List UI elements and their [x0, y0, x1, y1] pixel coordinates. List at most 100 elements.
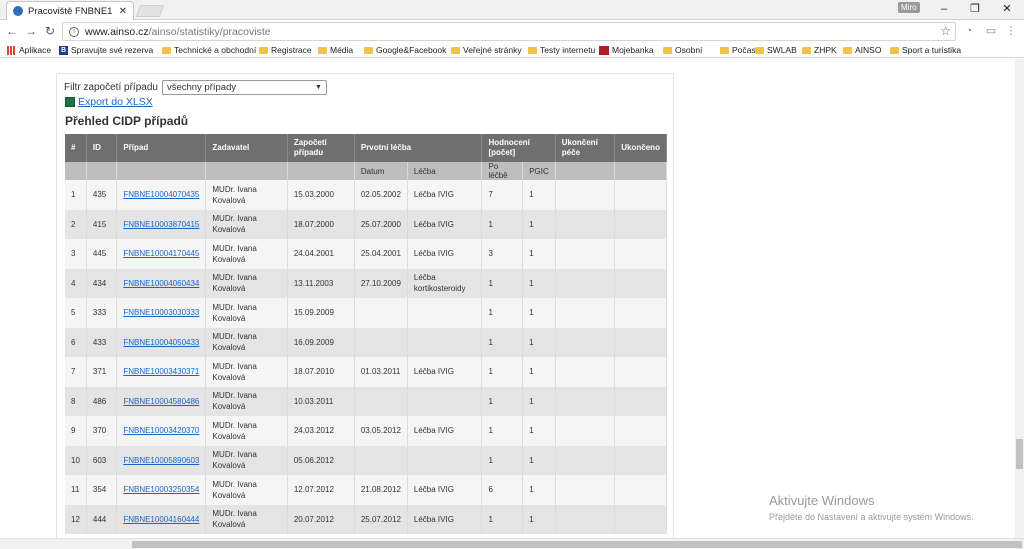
table-row: 6 433 FNBNE10004050433 MUDr. Ivana Kovalová… [65, 327, 667, 357]
bookmark-item[interactable]: Technické a obchodní [162, 44, 256, 56]
row-number-cell: 12 [65, 504, 87, 534]
end-of-care-cell [555, 386, 616, 416]
horizontal-scroll-thumb[interactable] [132, 541, 1022, 548]
bookmark-item[interactable]: Aplikace [7, 44, 51, 56]
bookmark-item[interactable]: SWLAB [755, 44, 797, 56]
case-link[interactable]: FNBNE10003420370 [123, 426, 199, 435]
row-number-cell: 11 [65, 475, 87, 505]
treatment-type-cell: Léčba IVIG [407, 416, 483, 446]
case-link[interactable]: FNBNE10004050433 [123, 338, 199, 347]
rating-after-treatment: 3 [488, 249, 493, 259]
row-number: 11 [71, 485, 80, 495]
bookmark-item[interactable]: Veřejné stránky [451, 44, 522, 56]
case-start-date: 24.04.2001 [293, 249, 334, 259]
case-link[interactable]: FNBNE10003030333 [123, 308, 199, 317]
case-link[interactable]: FNBNE10004160444 [123, 515, 199, 524]
window-close-icon[interactable]: ✕ [1000, 2, 1014, 16]
rating-after-treatment: 1 [488, 396, 493, 406]
case-link[interactable]: FNBNE10004070435 [123, 190, 199, 199]
bookmark-item[interactable]: B Spravujte své rezerva [59, 44, 153, 56]
case-link[interactable]: FNBNE10003430371 [123, 367, 199, 376]
bookmark-item[interactable]: Počasí [720, 44, 758, 56]
row-number: 8 [71, 396, 76, 406]
treatment-date: 25.04.2001 [360, 249, 401, 259]
case-link-cell: FNBNE10004060434 [116, 268, 207, 298]
treatment-date: 02.05.2002 [360, 190, 401, 200]
row-number-cell: 8 [65, 386, 87, 416]
table-row: 4 434 FNBNE10004060434 MUDr. Ivana Kovalová… [65, 268, 667, 298]
column-header[interactable]: Hodnocení [počet] [481, 134, 556, 162]
end-of-care-cell [555, 239, 616, 269]
completed-cell [614, 268, 667, 298]
rating-after-treatment-cell: 7 [481, 180, 524, 210]
row-number: 5 [71, 308, 76, 318]
filter-selected-value: všechny případy [166, 82, 237, 93]
page-content: Filtr započetí případu všechny případy ▼… [0, 59, 1024, 538]
treatment-type: Léčba IVIG [413, 190, 454, 200]
restore-icon[interactable]: ❐ [968, 2, 982, 16]
rating-pgic-cell: 1 [522, 209, 556, 239]
browser-tab[interactable]: Pracoviště FNBNE1 | Léč ✕ [6, 1, 134, 20]
bookmark-item[interactable]: Mojebanka [599, 44, 654, 56]
column-header[interactable]: Ukončeno [614, 134, 667, 162]
requester-cell: MUDr. Ivana Kovalová [205, 268, 288, 298]
row-number: 3 [71, 249, 76, 259]
treatment-type-cell [407, 386, 483, 416]
column-header[interactable]: Započetí případu [287, 134, 355, 162]
rating-pgic: 1 [529, 308, 534, 318]
bookmark-item[interactable]: Google&Facebook [364, 44, 446, 56]
bookmark-item[interactable]: Osobní [663, 44, 702, 56]
treatment-date-cell [354, 445, 408, 475]
case-link[interactable]: FNBNE10003870415 [123, 220, 199, 229]
treatment-type-cell: Léčba IVIG [407, 475, 483, 505]
table-header-row: # ID Případ Zadavatel Započetí případu Prvotn… [65, 134, 667, 162]
horizontal-scrollbar[interactable] [0, 538, 1024, 549]
treatment-date-cell [354, 298, 408, 328]
case-link[interactable]: FNBNE10004580486 [123, 397, 199, 406]
case-start-date: 20.07.2012 [293, 514, 334, 524]
end-of-care-cell [555, 298, 616, 328]
export-xlsx-link[interactable]: Export do XLSX [78, 96, 153, 108]
treatment-type-cell [407, 327, 483, 357]
tab-close-icon[interactable]: ✕ [119, 6, 127, 17]
rating-after-treatment-cell: 6 [481, 475, 524, 505]
bookmark-item[interactable]: ZHPK [802, 44, 837, 56]
b-icon: B [59, 45, 68, 55]
case-link-cell: FNBNE10004160444 [116, 504, 207, 534]
minimize-icon[interactable]: – [937, 2, 951, 16]
menu-icon[interactable]: ⋮ [1004, 24, 1018, 38]
bookmark-item[interactable]: Testy internetu [528, 44, 595, 56]
new-tab-button[interactable] [135, 5, 165, 17]
column-header[interactable]: Prvotní léčba [354, 134, 483, 162]
case-link[interactable]: FNBNE10004060434 [123, 279, 199, 288]
extension-icon[interactable]: ◔ [962, 24, 976, 38]
bookmark-star-icon[interactable]: ☆ [940, 24, 951, 38]
user-profile-badge[interactable]: Miro [898, 2, 920, 13]
forward-arrow-icon[interactable]: → [24, 24, 38, 38]
bookmark-item[interactable]: Média [318, 44, 353, 56]
bookmark-label: Aplikace [19, 45, 52, 55]
site-info-icon[interactable]: i [69, 26, 79, 37]
bookmark-item[interactable]: Sport a turistika [890, 44, 961, 56]
case-link[interactable]: FNBNE10005890603 [123, 456, 199, 465]
column-header[interactable]: Zadavatel [205, 134, 288, 162]
filter-select[interactable]: všechny případy ▼ [161, 80, 327, 95]
requester: MUDr. Ivana Kovalová [212, 214, 257, 235]
case-link[interactable]: FNBNE10003250354 [123, 485, 199, 494]
back-arrow-icon[interactable]: ← [5, 24, 19, 38]
vertical-scroll-thumb[interactable] [1016, 439, 1023, 469]
column-header[interactable]: # [65, 134, 87, 162]
column-header[interactable]: Ukončení péče [555, 134, 616, 162]
case-link[interactable]: FNBNE10004170445 [123, 249, 199, 258]
bookmark-item[interactable]: AINSO [843, 44, 881, 56]
column-header[interactable]: ID [86, 134, 118, 162]
treatment-date: 21.08.2012 [360, 485, 401, 495]
rating-pgic: 1 [529, 485, 534, 495]
cast-icon[interactable]: ▭ [984, 24, 998, 38]
bookmark-item[interactable]: Registrace [259, 44, 312, 56]
address-bar[interactable]: i www.ainso.cz/ainso/statistiky/pracovis… [62, 22, 956, 41]
case-start-date-cell: 15.03.2000 [287, 180, 355, 210]
column-header[interactable]: Případ [116, 134, 207, 162]
reload-icon[interactable]: ↻ [43, 24, 57, 38]
vertical-scrollbar[interactable] [1015, 59, 1024, 538]
